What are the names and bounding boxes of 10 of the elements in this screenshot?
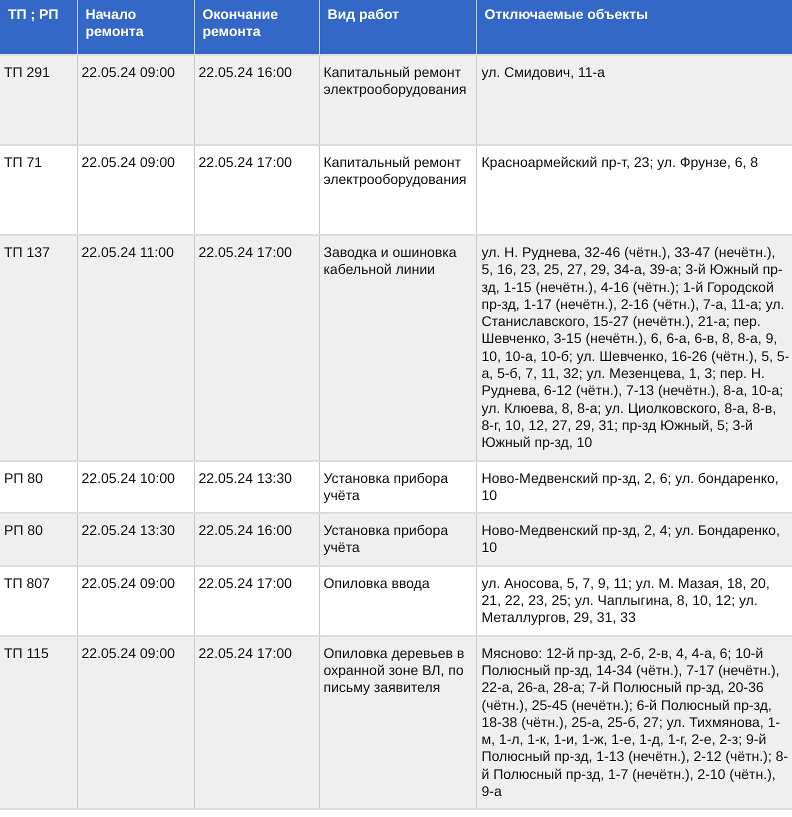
column-header: Окончание ремонта — [194, 0, 319, 55]
column-header: Отключаемые объекты — [476, 0, 792, 55]
column-header: Начало ремонта — [77, 0, 194, 55]
table-cell: 22.05.24 09:00 — [77, 636, 194, 810]
table-cell: 22.05.24 17:00 — [194, 636, 319, 810]
column-header: Вид работ — [319, 0, 476, 55]
table-cell: ТП 115 — [0, 636, 77, 810]
table-cell: Опиловка деревьев в охранной зоне ВЛ, по письму заявителя — [319, 636, 476, 810]
table-cell: Мясново: 12-й пр-зд, 2-б, 2-в, 4, 4-а, 6; 10-й Полюсный пр-зд, 14-34 (чётн.), 7-17 (нечётн.), 22-а, 26-а, 28-а; 7-й Полюсный пр-зд, 20-36 (чётн.), 25-45 (нечётн.); 6-й Полюсный пр-зд, 18-38 (чётн.), 25-а, 25-б, 27; ул. Тихмянова, 1-м, 1-л, 1-к, 1-и, 1-ж, 1-е, 1-д, 1-г, 2-е, 2-з; 9-й Полюсный пр-зд, 1-13 (нечётн.), 2-12 (чётн.); 8-й Полюсный пр-зд, 1-7 (нечётн.), 2-10 (чётн.), 9-а — [476, 636, 792, 810]
column-header: ТП ; РП — [0, 0, 77, 55]
